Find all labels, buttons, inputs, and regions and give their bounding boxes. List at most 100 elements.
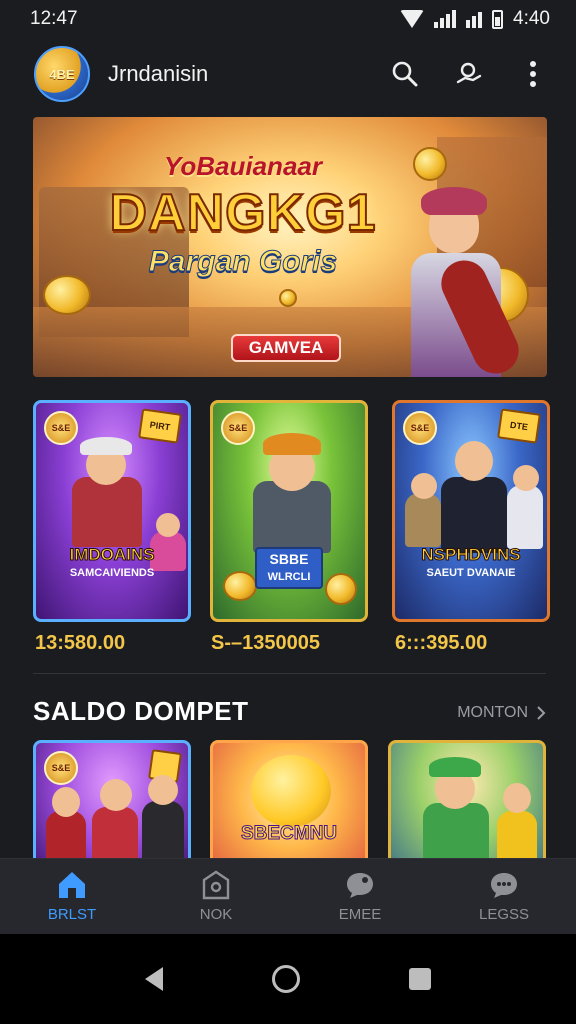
nav-label: EMEE: [338, 906, 382, 923]
wallet-card[interactable]: S&E: [33, 740, 191, 858]
coin-icon: [325, 573, 357, 605]
game-title-text: NSPHDVINS: [421, 545, 521, 564]
character-body: [405, 493, 441, 547]
character-head: [156, 513, 180, 537]
game-price: 13:580.00: [35, 632, 126, 654]
character-figure: [247, 433, 337, 553]
character-body: [92, 807, 138, 858]
home-icon: [59, 872, 85, 898]
banner-tagline: Pargan Goris: [148, 245, 338, 279]
character-body: [142, 801, 184, 858]
more-vert-icon: [530, 61, 536, 87]
character-body: [72, 477, 142, 547]
game-badge: S&E: [403, 411, 437, 445]
nav-label: LEGSS: [478, 906, 530, 923]
status-icons: 4:40: [400, 8, 550, 30]
nav-item-nok[interactable]: NOK: [144, 859, 288, 934]
app-logo-text: 4BE: [49, 66, 75, 82]
nav-item-legss[interactable]: LEGSS: [432, 859, 576, 934]
character-head: [100, 779, 132, 811]
character-head: [52, 787, 80, 817]
game-prices-row: 13:580.00 S-–1350005 6:::395.00: [33, 632, 548, 660]
game-title: NSPHDVINS SAEUT DVANAIE: [405, 545, 537, 581]
status-time: 12:47: [30, 8, 78, 29]
character-figure: [505, 459, 545, 549]
game-card[interactable]: S&E SBBE WLRCLI: [210, 400, 368, 622]
banner-cta-button[interactable]: GAMVEA: [231, 334, 341, 362]
wallet-cards-row: S&E SBECMNU: [33, 740, 548, 858]
section-more-label: MONTON: [457, 704, 528, 721]
more-options-button[interactable]: [512, 53, 554, 95]
signal-2-icon: [466, 10, 483, 28]
status-clock: 4:40: [513, 8, 550, 29]
game-title: IMDOAINS SAMCAIVIENDS: [46, 545, 178, 581]
game-subtitle: SAEUT DVANAIE: [426, 567, 516, 579]
game-price: S-–1350005: [211, 632, 320, 654]
character-body: [507, 485, 543, 549]
rewards-button[interactable]: [448, 53, 490, 95]
game-price: 6:::395.00: [395, 632, 488, 654]
back-icon[interactable]: [144, 967, 163, 991]
character-head: [503, 783, 531, 813]
promo-banner[interactable]: YoBauianaar DANGKG1 Pargan Goris GAMVEA: [33, 117, 547, 377]
chat-icon: [347, 873, 373, 898]
banner-title: DANGKG1: [108, 183, 377, 243]
section-more-link[interactable]: MONTON: [457, 704, 546, 722]
character-figure: [439, 433, 509, 553]
game-card[interactable]: S&E PIRT IMDOAINS SAMCAIVIENDS: [33, 400, 191, 622]
status-bar: 12:47 4:40: [0, 0, 576, 38]
character-head: [148, 775, 178, 805]
character-body: [497, 811, 537, 858]
character-body: [46, 811, 86, 858]
app-logo[interactable]: 4BE: [34, 46, 90, 102]
battery-icon: [492, 9, 504, 29]
character-body: [253, 481, 331, 553]
nav-label: BRLST: [47, 906, 97, 923]
character-head: [411, 473, 437, 499]
coin-icon: [223, 571, 257, 601]
box-icon: [202, 870, 230, 900]
wallet-card[interactable]: [388, 740, 546, 858]
character-cap: [429, 757, 481, 777]
wallet-card-label: SBECMNU: [240, 823, 338, 845]
app-title: Jrndanisin: [108, 61, 209, 86]
character-figure: [495, 779, 539, 858]
wallet-card[interactable]: SBECMNU: [210, 740, 368, 858]
section-divider: [33, 673, 546, 674]
character-head: [455, 441, 493, 481]
game-title-text: SBBE: [269, 551, 309, 567]
search-icon: [392, 61, 418, 87]
game-card[interactable]: S&E DTE NSPHDVINS SAEUT DVANAIE: [392, 400, 550, 622]
banner-subtitle: YoBauianaar: [164, 151, 322, 181]
character-figure: [44, 783, 88, 858]
nav-item-emee[interactable]: EMEE: [288, 859, 432, 934]
character-figure: [140, 769, 186, 858]
character-body: [423, 803, 489, 858]
game-subtitle: SAMCAIVIENDS: [69, 567, 155, 579]
game-subtitle: WLRCLI: [267, 571, 311, 583]
home-circle-icon[interactable]: [271, 965, 300, 993]
recents-icon[interactable]: [409, 968, 432, 990]
character-cap: [80, 437, 132, 455]
section-title: SALDO DOMPET: [33, 696, 249, 726]
character-body: [441, 477, 507, 553]
wallet-badge: S&E: [44, 751, 78, 785]
game-title: SBBE WLRCLI: [255, 547, 323, 589]
signal-icon: [434, 10, 457, 28]
nav-item-home[interactable]: BRLST: [0, 859, 144, 934]
character-hardhat: [263, 433, 321, 455]
character-figure: [66, 437, 146, 547]
coin-icon: [279, 289, 297, 307]
search-button[interactable]: [384, 53, 426, 95]
game-cards-row: S&E PIRT IMDOAINS SAMCAIVIENDS S&E SBBE …: [33, 400, 550, 622]
character-figure: [90, 773, 140, 858]
game-title-text: IMDOAINS: [69, 545, 155, 564]
app-bar: 4BE Jrndanisin: [0, 38, 576, 110]
smiley-icon: [251, 755, 331, 827]
character-figure: [421, 757, 491, 858]
system-navigation-bar: [0, 934, 576, 1024]
message-icon: [491, 873, 517, 898]
gift-hand-icon: [456, 62, 482, 84]
character-head: [513, 465, 539, 491]
app-bar-actions: [384, 53, 554, 95]
